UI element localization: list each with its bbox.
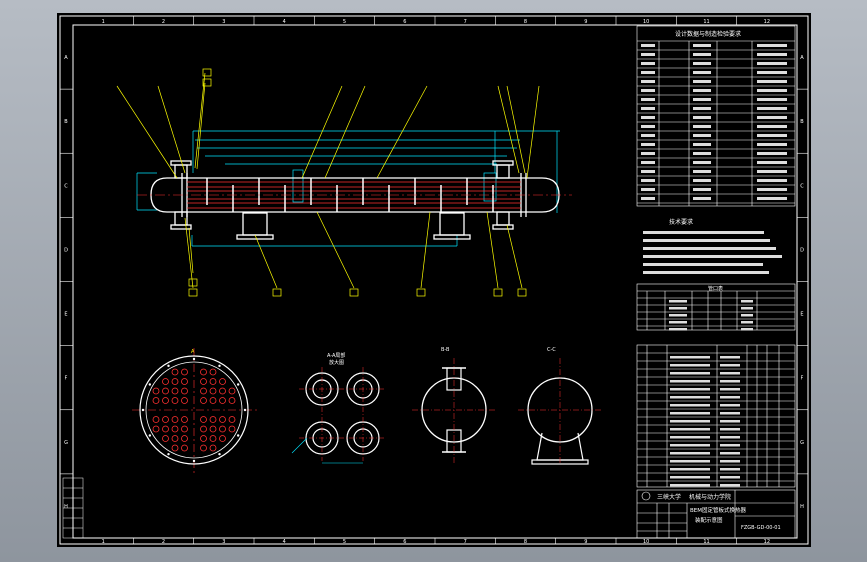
- grid-col-label: 3: [222, 539, 225, 545]
- grid-row-label: G: [64, 440, 68, 446]
- grid-row-label: C: [800, 183, 804, 189]
- title-school: 三峡大学: [657, 493, 681, 501]
- title-part-subtitle: 装配示意图: [695, 516, 723, 524]
- grid-col-label: 10: [643, 539, 649, 545]
- grid-row-label: F: [801, 376, 804, 382]
- section1-label: B-B: [441, 347, 450, 353]
- zone-grid-left: A B C D E F G H: [60, 55, 73, 510]
- grid-row-label: H: [800, 504, 804, 510]
- grid-col-label: 9: [584, 19, 587, 25]
- grid-col-label: 6: [403, 539, 406, 545]
- zone-grid-top: 1 2 3 4 5 6 7 8 9 10 11 12: [102, 16, 770, 25]
- title-college: 机械与动力学院: [689, 493, 731, 501]
- grid-row-label: B: [64, 119, 68, 125]
- tube-sheet-view: A: [132, 348, 257, 473]
- svg-text:放大图: 放大图: [329, 359, 344, 366]
- grid-row-label: E: [64, 312, 67, 318]
- grid-col-label: 4: [283, 19, 286, 25]
- grid-col-label: 5: [343, 539, 346, 545]
- grid-row-label: B: [800, 119, 804, 125]
- grid-col-label: 2: [162, 539, 165, 545]
- design-table-title: 设计数据与制造检验要求: [675, 30, 741, 38]
- section-view-2: C-C: [518, 347, 603, 465]
- grid-col-label: 5: [343, 19, 346, 25]
- tube-sheet-label: A: [191, 349, 195, 355]
- grid-row-label: A: [800, 55, 804, 61]
- parts-list: [636, 344, 796, 488]
- grid-col-label: 11: [703, 539, 709, 545]
- grid-row-label: A: [64, 55, 68, 61]
- title-part-name: BEM固定管板式换热器: [690, 506, 746, 514]
- grid-col-label: 8: [524, 539, 527, 545]
- grid-col-label: 10: [643, 19, 649, 25]
- grid-row-label: D: [64, 247, 68, 253]
- cad-viewport: 1 2 3 4 5 6 7 8 9 10 11 12 1 2 3 4 5 6 7 8 9 10 11 12 ABCDEFGH…: [0, 0, 867, 562]
- drawing-sheet: 1 2 3 4 5 6 7 8 9 10 11 12 1 2 3 4 5 6 7 8 9 10 11 12 ABCDEFGH…: [57, 13, 811, 547]
- grid-col-label: 11: [703, 19, 709, 25]
- grid-col-label: 12: [764, 539, 770, 545]
- tube-bundle-detail: A-A局部 放大图: [291, 352, 386, 464]
- grid-row-label: C: [64, 183, 68, 189]
- grid-col-label: 6: [403, 19, 406, 25]
- technical-requirements: 技术要求: [643, 218, 782, 274]
- main-elevation-view: [116, 68, 572, 297]
- section2-label: C-C: [547, 347, 556, 353]
- title-drawing-no: FZGB-GD-00-01: [741, 525, 781, 531]
- grid-col-label: 12: [764, 19, 770, 25]
- grid-row-label: G: [800, 440, 804, 446]
- grid-row-label: E: [800, 312, 803, 318]
- nozzle-table-title: 管口表: [708, 285, 723, 292]
- grid-col-label: 4: [283, 539, 286, 545]
- grid-col-label: 8: [524, 19, 527, 25]
- grid-col-label: 1: [102, 539, 105, 545]
- revision-grid: [62, 477, 84, 539]
- tech-req-title: 技术要求: [669, 218, 693, 226]
- grid-col-label: 2: [162, 19, 165, 25]
- grid-row-label: H: [64, 504, 68, 510]
- grid-row-label: F: [65, 376, 68, 382]
- grid-col-label: 9: [584, 539, 587, 545]
- drawing-canvas[interactable]: 1 2 3 4 5 6 7 8 9 10 11 12 1 2 3 4 5 6 7 8 9 10 11 12 ABCDEFGH…: [57, 13, 811, 547]
- grid-col-label: 3: [222, 19, 225, 25]
- section-view-1: B-B: [412, 347, 497, 463]
- grid-row-label: D: [800, 247, 804, 253]
- zone-grid-right: A B C D E F G H: [797, 55, 808, 510]
- bundle-label: A-A局部: [327, 352, 345, 359]
- grid-col-label: 7: [464, 19, 467, 25]
- grid-col-label: 1: [102, 19, 105, 25]
- grid-col-label: 7: [464, 539, 467, 545]
